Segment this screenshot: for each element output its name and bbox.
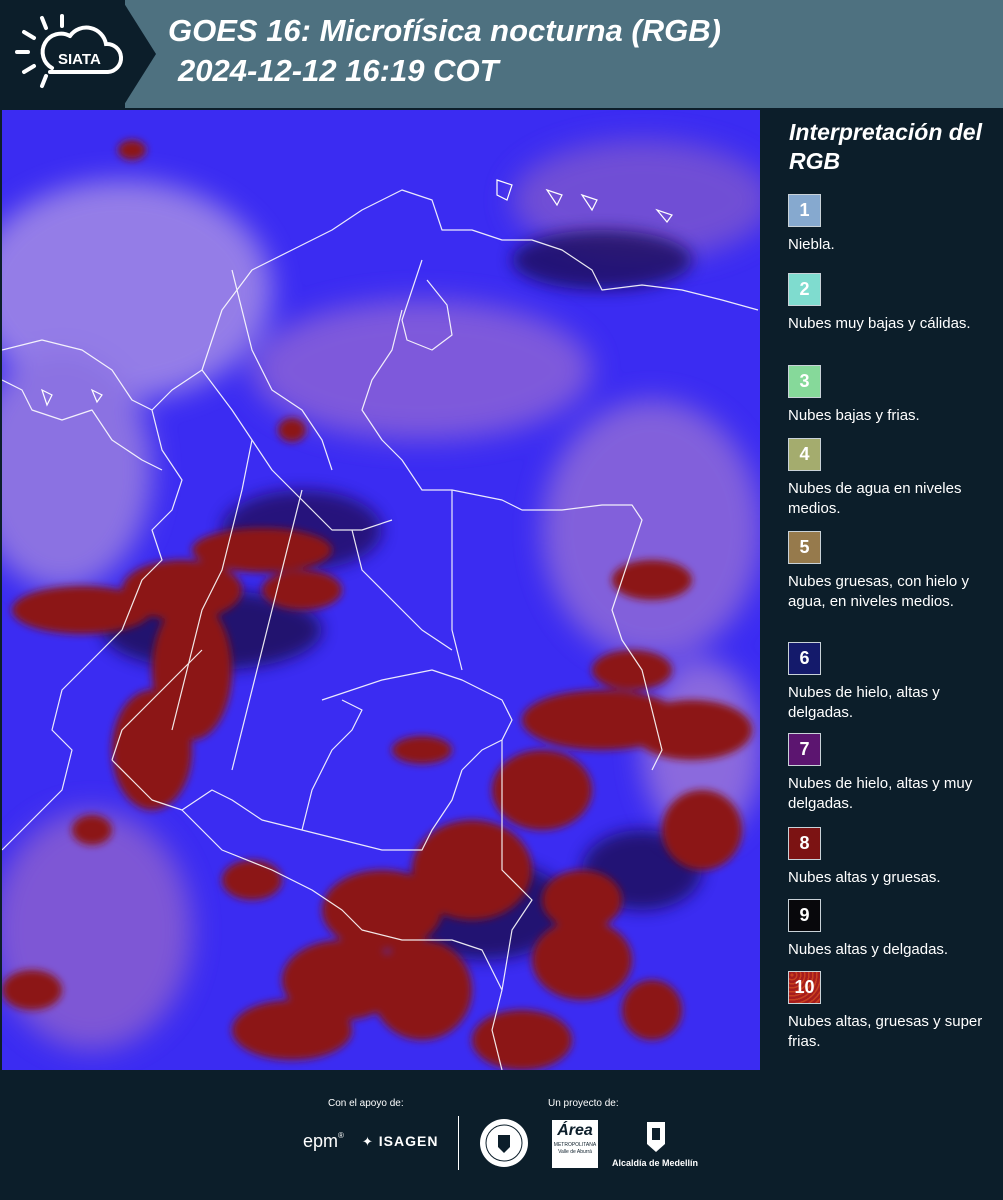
footer-divider — [458, 1116, 459, 1170]
legend-item-4: 4 Nubes de agua en niveles medios. — [788, 438, 988, 519]
siata-logo-text: SIATA — [58, 51, 101, 68]
legend-title: Interpretación del RGB — [789, 119, 982, 174]
isagen-logo-text: ISAGEN — [378, 1133, 439, 1149]
legend-swatch: 8 — [788, 827, 821, 860]
project-caption: Un proyecto de: — [548, 1098, 619, 1109]
page-timestamp: 2024-12-12 16:19 COT — [178, 53, 499, 88]
legend-item-10: 10 Nubes altas, gruesas y super frias. — [788, 971, 988, 1052]
isagen-mark-icon: ✦ — [362, 1134, 374, 1149]
legend-item-6: 6 Nubes de hielo, altas y delgadas. — [788, 642, 988, 723]
legend-item-3: 3 Nubes bajas y frias. — [788, 365, 988, 426]
seal-logo — [478, 1117, 530, 1169]
legend-item-7: 7 Nubes de hielo, altas y muy delgadas. — [788, 733, 988, 814]
legend-item-2: 2 Nubes muy bajas y cálidas. — [788, 273, 988, 334]
legend-swatch: 3 — [788, 365, 821, 398]
footer: Con el apoyo de: Un proyecto de: epm® ✦ … — [0, 1070, 1003, 1200]
legend-label: Niebla. — [788, 236, 835, 253]
legend-item-1: 1 Niebla. — [788, 194, 988, 255]
legend-item-5: 5 Nubes gruesas, con hielo y agua, en ni… — [788, 531, 988, 612]
area-logo-subtext: METROPOLITANA — [553, 1142, 597, 1148]
legend-swatch: 9 — [788, 899, 821, 932]
registered-icon: ® — [338, 1131, 344, 1140]
legend-label: Nubes de hielo, altas y muy delgadas. — [788, 775, 973, 812]
support-caption: Con el apoyo de: — [328, 1098, 404, 1109]
satellite-map[interactable] — [2, 110, 760, 1070]
legend-item-8: 8 Nubes altas y gruesas. — [788, 827, 988, 888]
epm-logo: epm® — [303, 1131, 344, 1152]
legend-swatch: 4 — [788, 438, 821, 471]
legend-label: Nubes altas y gruesas. — [788, 869, 941, 886]
header-chevron — [122, 0, 156, 108]
legend-label: Nubes altas y delgadas. — [788, 941, 949, 958]
legend-swatch: 6 — [788, 642, 821, 675]
area-metropolitana-logo: Área METROPOLITANA Valle de Aburrá — [552, 1120, 598, 1168]
legend-item-9: 9 Nubes altas y delgadas. — [788, 899, 988, 960]
alcaldia-crest — [644, 1118, 668, 1156]
legend-label: Nubes altas, gruesas y super frias. — [788, 1013, 983, 1050]
legend-swatch: 10 — [788, 971, 821, 1004]
isagen-logo: ✦ ISAGEN — [362, 1133, 438, 1150]
legend-swatch: 2 — [788, 273, 821, 306]
legend-label: Nubes bajas y frias. — [788, 407, 920, 424]
legend-label: Nubes de agua en niveles medios. — [788, 480, 962, 517]
legend: Interpretación del RGB 1 Niebla. 2 Nubes… — [775, 118, 1000, 1050]
legend-swatch: 5 — [788, 531, 821, 564]
legend-swatch: 7 — [788, 733, 821, 766]
seal-icon — [480, 1119, 528, 1167]
area-logo-text: Área — [557, 1122, 593, 1139]
crest-icon — [647, 1122, 665, 1152]
legend-label: Nubes de hielo, altas y delgadas. — [788, 684, 940, 721]
legend-swatch: 1 — [788, 194, 821, 227]
header: SIATA GOES 16: Microfísica nocturna (RGB… — [0, 0, 1003, 108]
map-canvas — [2, 110, 760, 1070]
alcaldia-logo-text: Alcaldía de Medellín — [612, 1158, 699, 1168]
page-title: GOES 16: Microfísica nocturna (RGB) — [168, 13, 721, 48]
legend-label: Nubes gruesas, con hielo y agua, en nive… — [788, 573, 969, 610]
area-logo-subtext-2: Valle de Aburrá — [558, 1149, 592, 1155]
legend-label: Nubes muy bajas y cálidas. — [788, 315, 971, 332]
siata-logo: SIATA — [12, 8, 124, 98]
epm-logo-text: epm — [303, 1131, 339, 1151]
